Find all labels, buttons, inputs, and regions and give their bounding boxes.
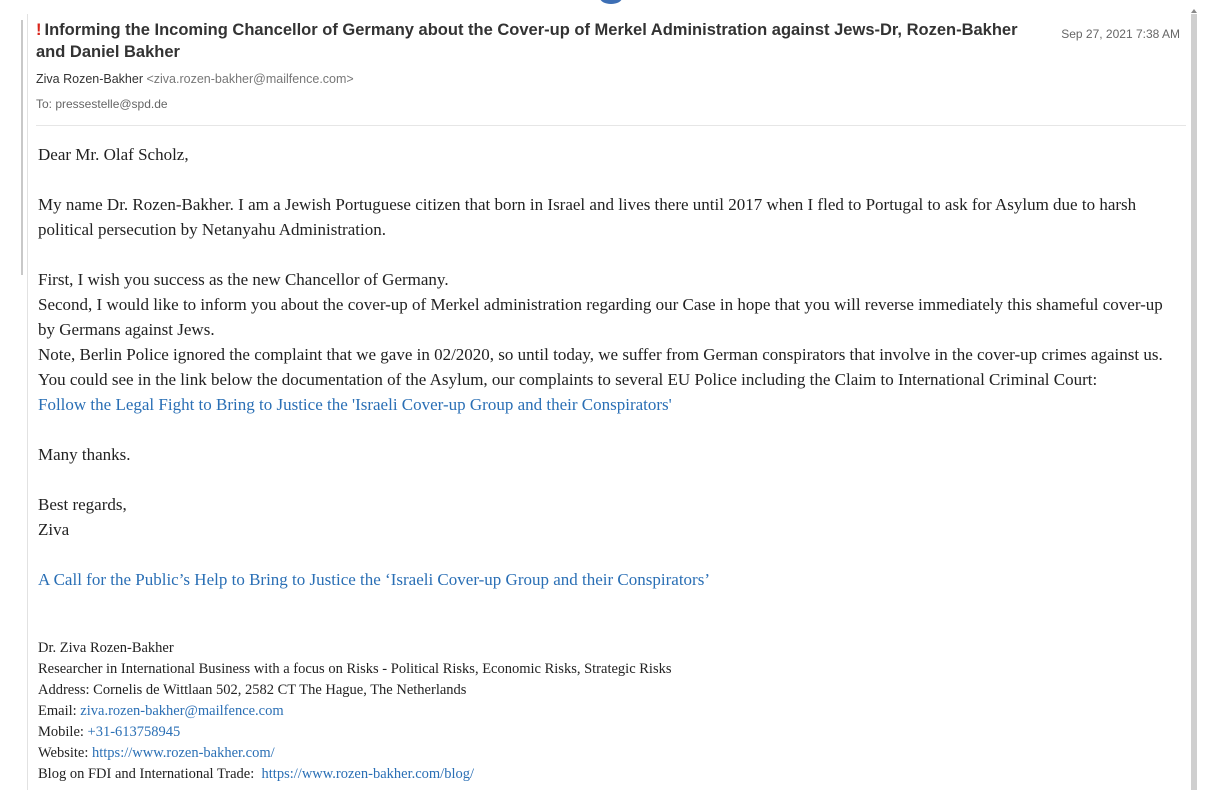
signature-name: Dr. Ziva Rozen-Bakher xyxy=(38,640,174,656)
email-from: Ziva Rozen-Bakher <ziva.rozen-bakher@mai… xyxy=(36,72,354,86)
closing-name: Ziva xyxy=(38,520,70,539)
body-paragraph-main: First, I wish you success as the new Cha… xyxy=(38,267,1178,417)
email-recipients[interactable]: To: pressestelle@spd.de xyxy=(36,97,168,111)
public-help-paragraph: A Call for the Public’s Help to Bring to… xyxy=(38,567,1178,592)
signature-website-row: Website: https://www.rozen-bakher.com/ xyxy=(38,743,1178,764)
scroll-up-icon[interactable] xyxy=(1191,9,1197,13)
email-date: Sep 27, 2021 7:38 AM xyxy=(1061,27,1180,41)
signature-mobile-link[interactable]: +31-613758945 xyxy=(88,724,181,740)
email-header: ! Informing the Incoming Chancellor of Ge… xyxy=(36,18,1186,126)
important-icon: ! xyxy=(36,21,42,39)
signature-email-row: Email: ziva.rozen-bakher@mailfence.com xyxy=(38,701,1178,722)
line-link-intro: You could see in the link below the docu… xyxy=(38,370,1098,389)
line-second: Second, I would like to inform you about… xyxy=(38,295,1163,339)
sender-name[interactable]: Ziva Rozen-Bakher xyxy=(36,72,143,86)
notification-dot xyxy=(600,0,622,4)
greeting: Dear Mr. Olaf Scholz, xyxy=(38,145,189,164)
line-first: First, I wish you success as the new Cha… xyxy=(38,270,449,289)
left-divider xyxy=(21,20,23,275)
signature-blog-label: Blog on FDI and International Trade: xyxy=(38,766,262,782)
signature-email-label: Email: xyxy=(38,703,81,719)
subject-text: Informing the Incoming Chancellor of Ger… xyxy=(36,21,1018,61)
signature-mobile-label: Mobile: xyxy=(38,724,88,740)
closing: Best regards, Ziva xyxy=(38,492,1178,542)
pane-border xyxy=(27,14,28,790)
body-paragraph-intro: My name Dr. Rozen-Bakher. I am a Jewish … xyxy=(38,195,1137,239)
signature-address: Address: Cornelis de Wittlaan 502, 2582 … xyxy=(38,682,467,698)
sender-email[interactable]: <ziva.rozen-bakher@mailfence.com> xyxy=(146,72,353,86)
signature-title: Researcher in International Business wit… xyxy=(38,661,672,677)
signature-blog-link[interactable]: https://www.rozen-bakher.com/blog/ xyxy=(262,766,475,782)
regards: Best regards, xyxy=(38,495,127,514)
signature-mobile-row: Mobile: +31-613758945 xyxy=(38,722,1178,743)
email-body: Dear Mr. Olaf Scholz, My name Dr. Rozen-… xyxy=(38,142,1178,617)
signature-blog-row: Blog on FDI and International Trade: htt… xyxy=(38,764,1178,785)
signature-email-link[interactable]: ziva.rozen-bakher@mailfence.com xyxy=(80,703,283,719)
legal-fight-link[interactable]: Follow the Legal Fight to Bring to Justi… xyxy=(38,395,672,414)
vertical-scrollbar[interactable] xyxy=(1191,14,1197,790)
email-subject: ! Informing the Incoming Chancellor of Ge… xyxy=(36,19,1026,63)
signature-website-label: Website: xyxy=(38,745,92,761)
thanks: Many thanks. xyxy=(38,445,131,464)
public-help-link[interactable]: A Call for the Public’s Help to Bring to… xyxy=(38,570,710,589)
signature-website-link[interactable]: https://www.rozen-bakher.com/ xyxy=(92,745,275,761)
line-note: Note, Berlin Police ignored the complain… xyxy=(38,345,1163,364)
email-signature: Dr. Ziva Rozen-Bakher Researcher in Inte… xyxy=(38,638,1178,785)
